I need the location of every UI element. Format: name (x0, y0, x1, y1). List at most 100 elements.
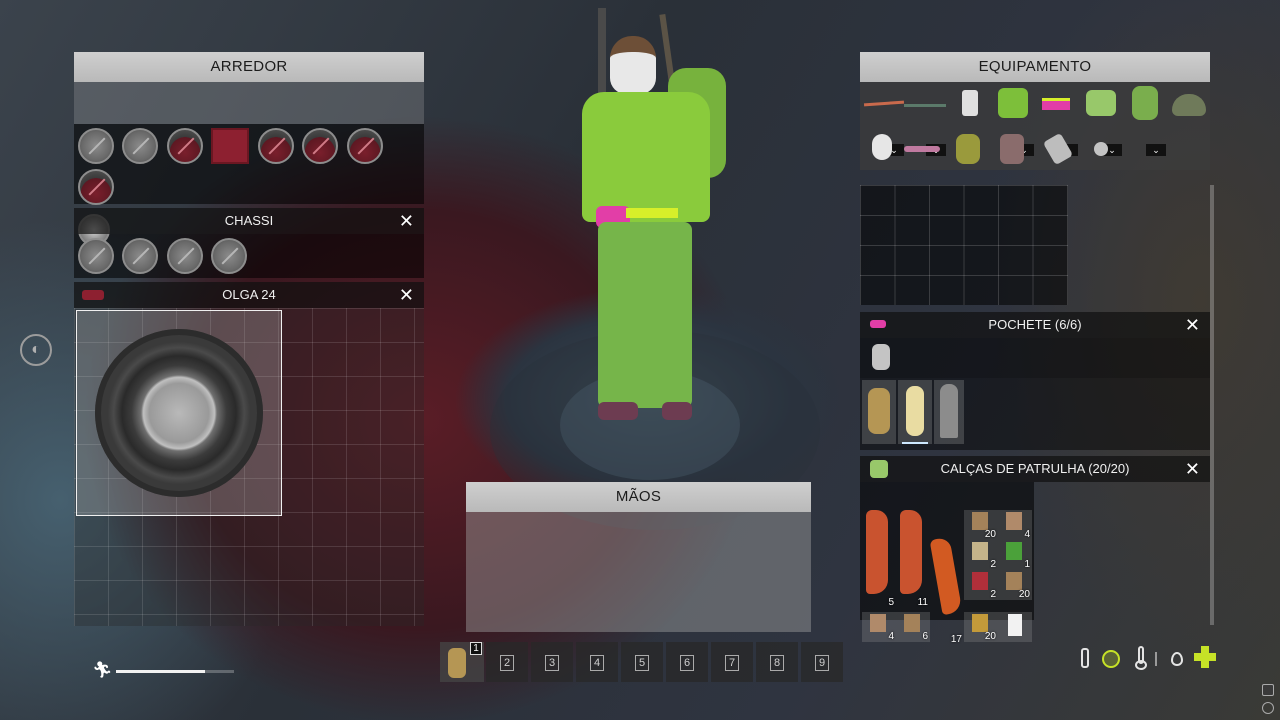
character-preview[interactable] (570, 8, 740, 428)
tire-item[interactable] (76, 310, 282, 516)
equipment-slots: ⌄ ⌄ ⌄ ⌄ ⌄ ⌄ (860, 82, 1210, 170)
ammo-qty-1: 20 (984, 529, 996, 540)
character-torso (582, 92, 710, 222)
equip-slot-helmet[interactable] (1170, 86, 1206, 122)
equip-slot-boots[interactable] (994, 132, 1030, 168)
chassis-title: CHASSI (224, 213, 274, 228)
hotbar-slot-1[interactable]: 1 (440, 642, 484, 682)
jacket-cargo-grid[interactable] (860, 185, 1068, 305)
canteen-slot-icon (872, 344, 890, 370)
ammo-qty-2: 4 (1024, 529, 1030, 540)
character-rifle (598, 8, 606, 98)
character-boot-right (662, 402, 692, 420)
magazine-item[interactable]: 11 (896, 510, 930, 608)
fanny-pack-close-icon[interactable]: ✕ (1185, 312, 1200, 338)
hearing-icon: ◐ (20, 334, 52, 366)
ammo-box-item[interactable]: 20 (964, 510, 998, 540)
paper-item[interactable] (998, 612, 1032, 642)
attachment-slot-door-2[interactable] (302, 128, 339, 164)
ammo-box-item[interactable]: 2 (964, 540, 998, 570)
magazine-item[interactable]: 5 (862, 510, 896, 608)
vehicle-close-icon[interactable]: ✕ (399, 282, 414, 308)
magazine-item[interactable]: 17 (929, 532, 964, 645)
hotbar-slot-6[interactable]: 6 (666, 642, 708, 682)
stamina-bar-fill (116, 670, 205, 673)
ammo-box-item[interactable]: 20 (998, 570, 1032, 600)
brass-knuckles-item[interactable] (862, 380, 896, 444)
ammo-box-item[interactable]: 1 (998, 540, 1032, 570)
attachment-slot-spark[interactable] (122, 128, 159, 164)
equip-slot-mask[interactable] (864, 132, 900, 168)
attachment-slot-door-3[interactable] (346, 128, 383, 164)
hotbar-slot-9[interactable]: 9 (801, 642, 843, 682)
patrol-pants-title: CALÇAS DE PATRULHA (20/20) (940, 461, 1130, 476)
equip-slot-empty[interactable] (1084, 132, 1120, 168)
ammo-qty-3: 2 (990, 559, 996, 570)
attachment-slot-door-1[interactable] (257, 128, 294, 164)
patrol-pants-cargo: 5 11 17 20 4 2 1 2 20 4 6 20 (860, 482, 1034, 645)
chassis-wheel-slot-3[interactable] (166, 238, 203, 274)
chassis-wheel-slot-2[interactable] (122, 238, 159, 274)
ammo-box-item[interactable]: 2 (964, 570, 998, 600)
running-icon: 🏃︎ (92, 662, 113, 679)
pants-icon (870, 460, 888, 478)
food-apple-icon (1102, 646, 1120, 670)
equip-slot-eyewear[interactable] (904, 132, 940, 168)
ammo-qty-4: 1 (1024, 559, 1030, 570)
hotbar-slot-3[interactable]: 3 (531, 642, 573, 682)
blood-drop-icon (1168, 646, 1186, 670)
character-head (610, 36, 656, 94)
hotbar-slot-8[interactable]: 8 (756, 642, 798, 682)
chassis-wheel-slot-4[interactable] (211, 238, 248, 274)
fanny-pack-attachment-slot[interactable] (860, 338, 1210, 378)
patrol-pants-close-icon[interactable]: ✕ (1185, 456, 1200, 482)
chassis-header: CHASSI ✕ (74, 208, 424, 234)
ammo-box-item[interactable]: 6 (896, 612, 930, 642)
chassis-close-icon[interactable]: ✕ (399, 208, 414, 234)
equip-slot-vest[interactable] (1082, 86, 1118, 122)
patrol-pants-panel: CALÇAS DE PATRULHA (20/20) ✕ 5 11 17 20 … (860, 456, 1210, 645)
tire-icon (95, 329, 263, 497)
hands-panel: MÃOS (466, 482, 811, 632)
spray-can-item[interactable] (934, 380, 964, 444)
equip-slot-belt[interactable] (1038, 86, 1074, 122)
attachment-slot-engine[interactable] (78, 128, 114, 164)
magazine-qty-3: 17 (950, 634, 962, 645)
ammo-qty-8: 6 (922, 631, 928, 642)
attachment-slot-radiator[interactable] (166, 128, 203, 164)
microphone-icon (1262, 684, 1274, 696)
health-cross-icon (1194, 646, 1216, 670)
chevron-down-icon[interactable]: ⌄ (1146, 144, 1166, 156)
equip-slot-jacket[interactable] (994, 86, 1030, 122)
hotbar-slot-2[interactable]: 2 (486, 642, 528, 682)
equip-slot-shoulder-rifle[interactable] (904, 86, 946, 122)
ammo-box-item[interactable]: 20 (964, 612, 998, 642)
vehicle-header: OLGA 24 ✕ (74, 282, 424, 308)
hotbar-slot-5[interactable]: 5 (621, 642, 663, 682)
equipment-scrollbar[interactable] (1210, 185, 1214, 625)
fanny-pack-icon (870, 320, 886, 328)
vehicle-cargo-grid[interactable] (74, 308, 424, 626)
attachment-slot-door-4[interactable] (78, 169, 114, 205)
stamina-bar (116, 670, 234, 673)
attachment-slot-battery[interactable] (211, 128, 250, 164)
ammo-qty-6: 20 (1018, 589, 1030, 600)
ammo-box-item[interactable]: 4 (998, 510, 1032, 540)
hands-slot[interactable] (466, 512, 811, 632)
hotbar-slot-4[interactable]: 4 (576, 642, 618, 682)
vicinity-attachment-slots (74, 124, 424, 246)
hotbar-slot-7[interactable]: 7 (711, 642, 753, 682)
ammo-qty-7: 4 (888, 631, 894, 642)
chassis-wheel-slot-1[interactable] (78, 238, 114, 274)
equip-slot-backpack[interactable] (1126, 86, 1162, 122)
equip-slot-gloves[interactable] (950, 132, 986, 168)
character-belt (626, 208, 678, 218)
ammo-qty-9: 20 (984, 631, 996, 642)
character-legs (598, 222, 692, 408)
ammo-box-item[interactable]: 4 (862, 612, 896, 642)
cream-can-item[interactable] (898, 380, 932, 444)
equip-slot-shirt[interactable] (952, 86, 988, 122)
equip-slot-shoulder-melee[interactable] (862, 86, 905, 122)
hotbar-slot-1-number: 1 (470, 642, 482, 655)
equip-slot-armband[interactable] (1040, 132, 1076, 168)
